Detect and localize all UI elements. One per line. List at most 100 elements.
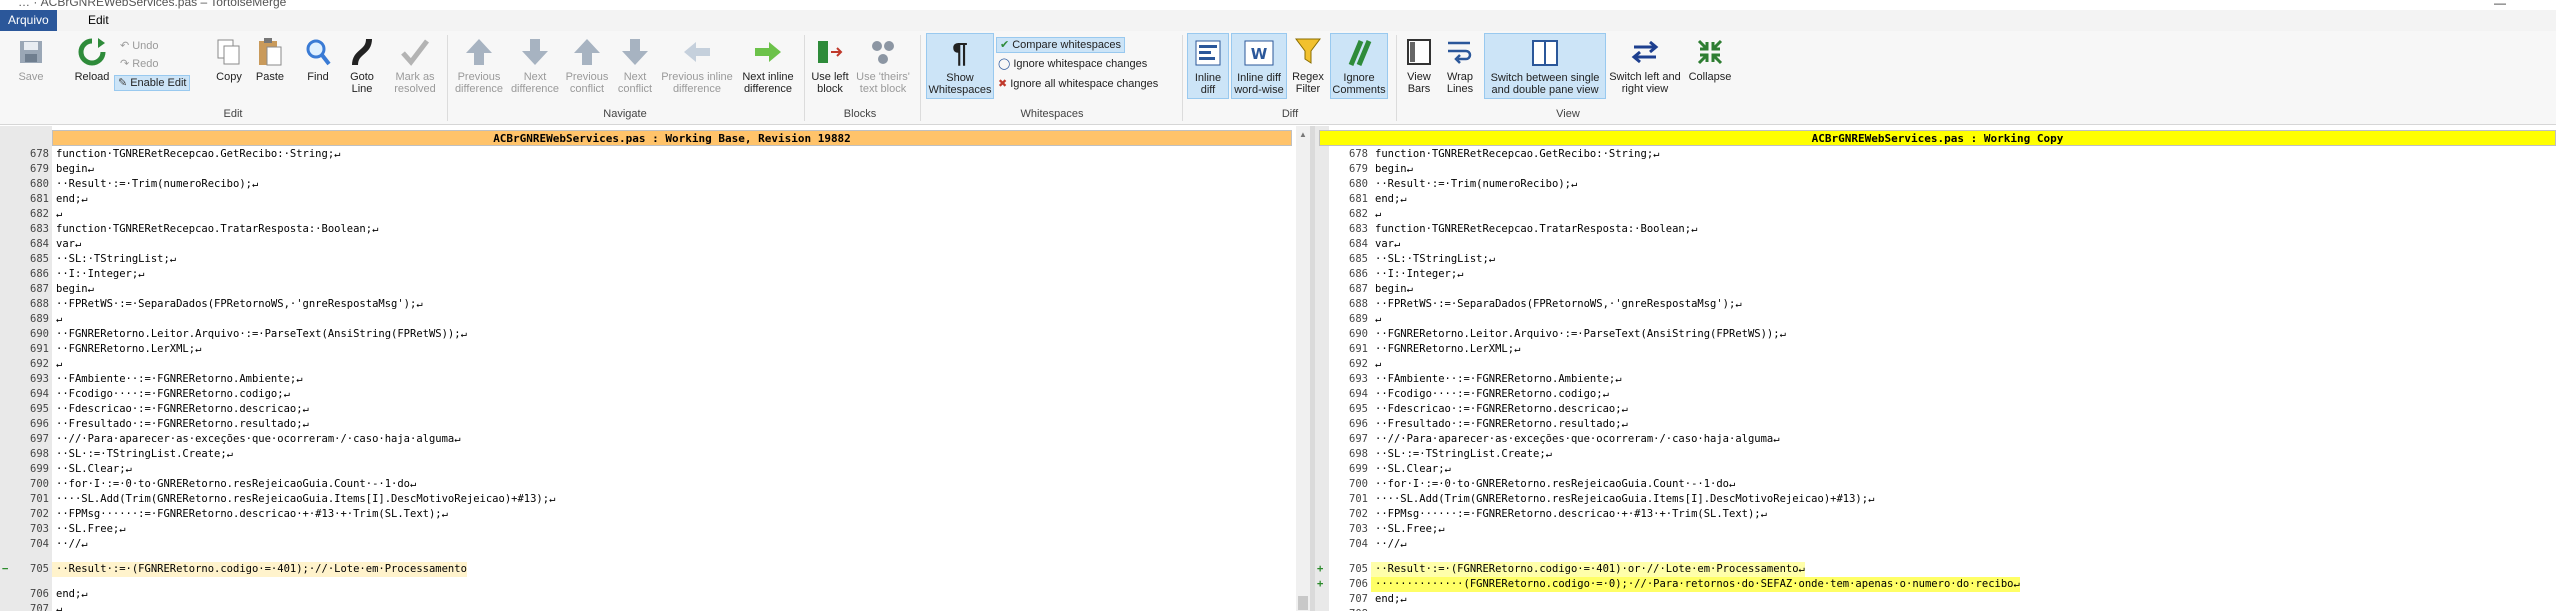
use-left-block-button[interactable]: Use left block (808, 33, 852, 95)
code-line: 707 ↵ (30, 603, 63, 611)
save-button[interactable]: Save (16, 33, 46, 83)
code-line: 685 ··SL:·TStringList;↵ (1349, 253, 1496, 265)
show-whitespaces-button[interactable]: ¶ Show Whitespaces (926, 33, 994, 99)
paste-button[interactable]: Paste (254, 33, 286, 83)
window-title: … · ACBrGNREWebServices.pas – TortoiseMe… (18, 0, 287, 9)
right-pane-header: ACBrGNREWebServices.pas : Working Copy (1319, 130, 2556, 146)
menu-edit[interactable]: Edit (80, 10, 117, 31)
switch-single-double-pane-button[interactable]: Switch between single and double pane vi… (1484, 33, 1606, 99)
code-line: 689 ↵ (30, 313, 63, 325)
ignore-all-whitespace-changes-button[interactable]: ✖ Ignore all whitespace changes (998, 77, 1158, 91)
previous-conflict-button[interactable]: Previous conflict (564, 33, 610, 95)
circle-icon: ◯ (998, 58, 1011, 70)
code-line: 679 begin↵ (30, 163, 94, 175)
reload-icon (77, 35, 107, 69)
compare-whitespaces-label: Compare whitespaces (1012, 39, 1122, 51)
previous-inline-difference-button[interactable]: Previous inline difference (656, 33, 738, 95)
inline-diff-icon (1195, 36, 1221, 70)
code-line: 702 ··FPMsg······:=·FGNRERetorno.descrica… (1349, 508, 1767, 520)
left-diff-pane[interactable]: ACBrGNREWebServices.pas : Working Base, … (0, 126, 1310, 611)
conflict-up-icon (572, 35, 602, 69)
check-icon: ✔ (1000, 39, 1010, 51)
next-inline-difference-button[interactable]: Next inline difference (738, 33, 798, 95)
redo-button[interactable]: ↷ Redo (120, 57, 159, 71)
added-marker: + (1317, 578, 1324, 590)
left-code-view[interactable]: 678 function·TGNRERetRecepcao.GetRecibo:·… (2, 147, 1288, 611)
code-line: 698 ··SL·:=·TStringList.Create;↵ (30, 448, 234, 460)
paste-icon (257, 35, 283, 69)
double-pane-icon (1531, 36, 1559, 70)
filter-icon (1294, 35, 1322, 69)
compare-whitespaces-button[interactable]: ✔ Compare whitespaces (996, 37, 1126, 53)
code-line: 696 ··Fresultado·:=·FGNRERetorno.resultad… (30, 418, 309, 430)
scroll-up-arrow-icon[interactable]: ▲ (1296, 128, 1310, 142)
code-line: 696 ··Fresultado·:=·FGNRERetorno.resultad… (1349, 418, 1628, 430)
code-line: 701 ····SL.Add(Trim(GNRERetorno.resRejeic… (1349, 493, 1875, 505)
undo-button[interactable]: ↶ Undo (120, 39, 159, 53)
code-line: 685 ··SL:·TStringList;↵ (30, 253, 177, 265)
search-icon (305, 35, 331, 69)
group-label-whitespaces: Whitespaces (1020, 108, 1084, 120)
reload-button[interactable]: Reload (72, 33, 112, 83)
code-line: 697 ··//·Para·aparecer·as·exceções·que·oc… (1349, 433, 1780, 445)
collapse-button[interactable]: Collapse (1686, 33, 1734, 83)
changed-code-line: −705 ··Result·:=·(FGNRERetorno.codigo·=·4… (2, 562, 467, 577)
code-line: 687 begin↵ (1349, 283, 1413, 295)
code-line: 697 ··//·Para·aparecer·as·exceções·que·oc… (30, 433, 461, 445)
scroll-thumb[interactable] (1298, 596, 1308, 610)
next-difference-button[interactable]: Next difference (510, 33, 560, 95)
ignore-comments-button[interactable]: Ignore Comments (1330, 33, 1388, 99)
removed-marker: − (2, 563, 9, 575)
mark-resolved-label: Mark as resolved (394, 71, 436, 95)
switch-left-right-button[interactable]: Switch left and right view (1608, 33, 1682, 95)
inline-diff-button[interactable]: Inline diff (1187, 33, 1229, 99)
redo-icon: ↷ (120, 58, 130, 70)
code-line: 682 ↵ (30, 208, 63, 220)
regex-filter-button[interactable]: Regex Filter (1290, 33, 1326, 95)
menu-file[interactable]: Arquivo (0, 10, 57, 31)
code-line: 688 ··FPRetWS·:=·SeparaDados(FPRetornoWS,… (1349, 298, 1742, 310)
code-line: 694 ··Fcodigo····:=·FGNRERetorno.codigo;↵ (30, 388, 290, 400)
inline-diff-word-wise-button[interactable]: W Inline diff word-wise (1231, 33, 1287, 99)
goto-line-button[interactable]: Goto Line (344, 33, 380, 95)
code-line: 695 ··Fdescricao·:=·FGNRERetorno.descrica… (30, 403, 309, 415)
code-line: 691 ··FGNRERetorno.LerXML;↵ (30, 343, 202, 355)
group-label-blocks: Blocks (843, 108, 877, 120)
arrow-up-icon (464, 35, 494, 69)
left-vertical-scrollbar[interactable]: ▲ (1296, 126, 1310, 611)
collapse-label: Collapse (1688, 71, 1732, 83)
switch-single-double-pane-label: Switch between single and double pane vi… (1490, 72, 1600, 96)
group-separator (447, 35, 448, 121)
word-wise-icon: W (1244, 36, 1274, 70)
enable-edit-button[interactable]: ✎ Enable Edit (114, 75, 191, 91)
next-conflict-button[interactable]: Next conflict (612, 33, 658, 95)
code-line: 703 ··SL.Free;↵ (30, 523, 126, 535)
code-line: 687 begin↵ (30, 283, 94, 295)
mark-resolved-button[interactable]: Mark as resolved (390, 33, 440, 95)
right-code-view[interactable]: 678 function·TGNRERetRecepcao.GetRecibo:·… (1317, 147, 2556, 611)
code-line: 681 end;↵ (1349, 193, 1407, 205)
checkmark-icon (400, 35, 430, 69)
view-bars-button[interactable]: View Bars (1402, 33, 1436, 95)
code-line: 703 ··SL.Free;↵ (1349, 523, 1445, 535)
swap-arrows-icon (1630, 35, 1660, 69)
use-theirs-block-button[interactable]: Use 'theirs' text block (852, 33, 914, 95)
code-line: 682 ↵ (1349, 208, 1382, 220)
svg-text:W: W (1251, 45, 1268, 63)
code-line: 695 ··Fdescricao·:=·FGNRERetorno.descrica… (1349, 403, 1628, 415)
use-left-block-label: Use left block (811, 71, 849, 95)
wrap-lines-button[interactable]: Wrap Lines (1442, 33, 1478, 95)
next-difference-label: Next difference (510, 71, 560, 95)
use-left-block-icon (815, 35, 845, 69)
ignore-whitespace-changes-button[interactable]: ◯ Ignore whitespace changes (998, 57, 1147, 71)
code-line: 680 ··Result·:=·Trim(numeroRecibo);↵ (30, 178, 259, 190)
menu-bar: Arquivo Edit (0, 10, 2556, 31)
x-icon: ✖ (998, 78, 1008, 90)
inline-diff-label: Inline diff (1194, 72, 1222, 96)
copy-button[interactable]: Copy (214, 33, 244, 83)
next-conflict-label: Next conflict (617, 71, 653, 95)
minimize-button[interactable]: — (2494, 0, 2506, 10)
right-diff-pane[interactable]: ACBrGNREWebServices.pas : Working Copy 6… (1315, 126, 2556, 611)
find-button[interactable]: Find (304, 33, 332, 83)
previous-difference-button[interactable]: Previous difference (452, 33, 506, 95)
